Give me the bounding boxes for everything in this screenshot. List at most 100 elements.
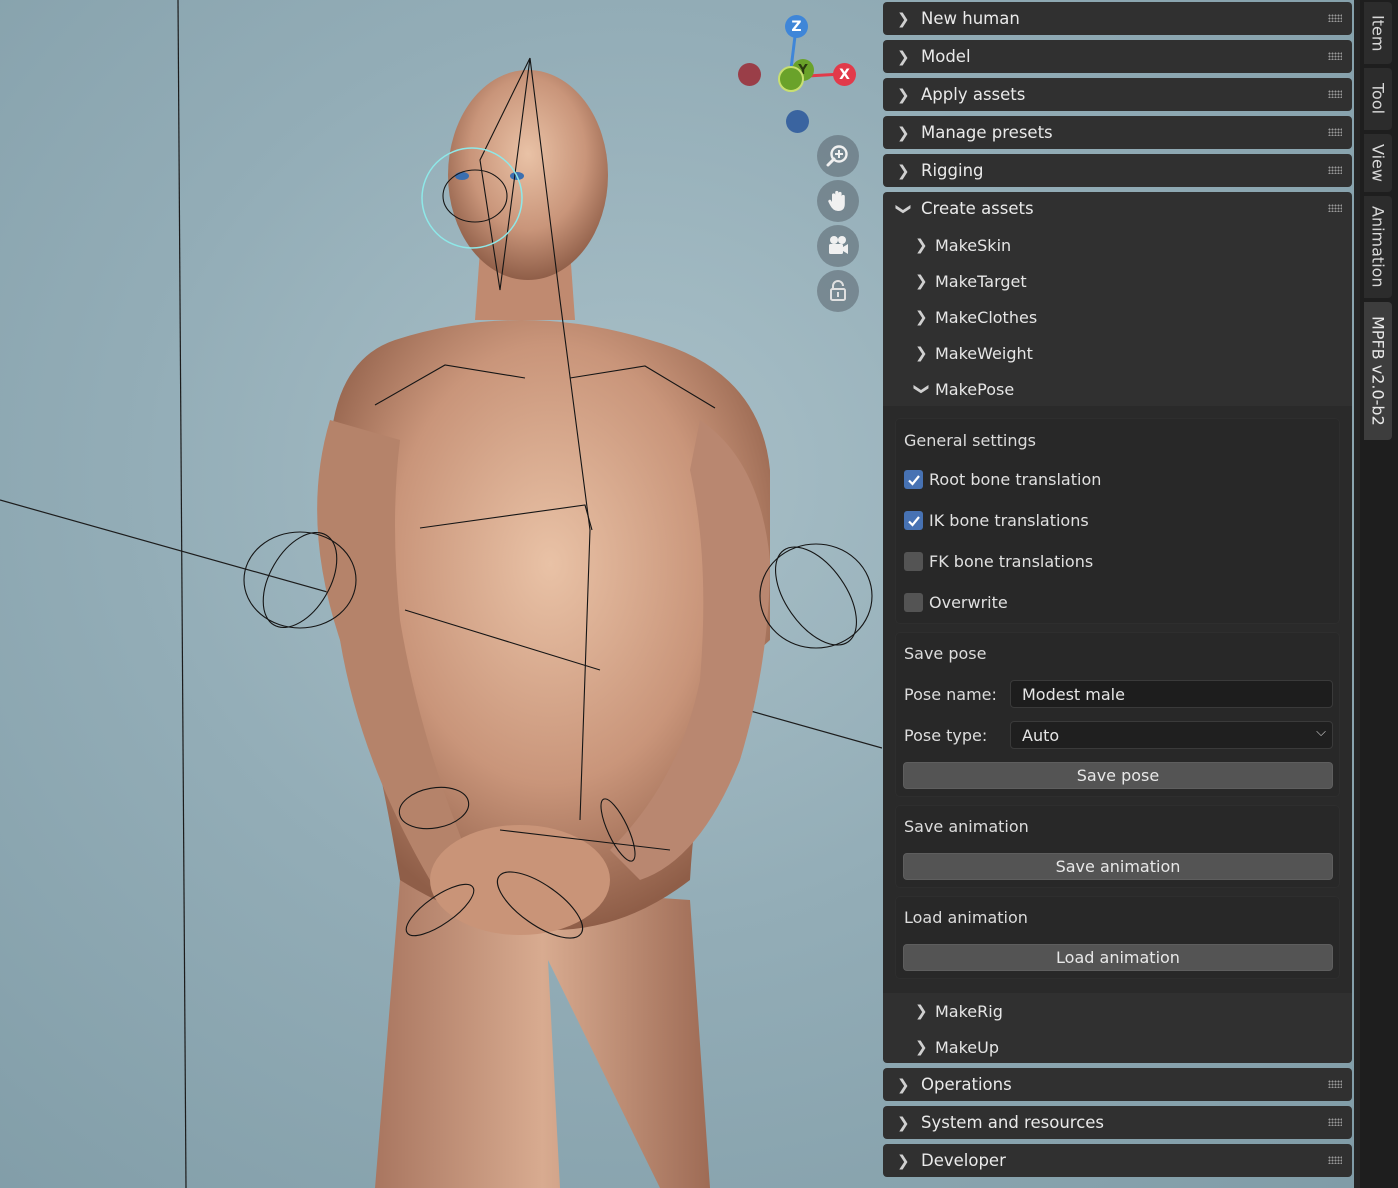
chevron-right-icon: ❯	[897, 1151, 910, 1170]
drag-grip-icon[interactable]	[1328, 52, 1342, 60]
panel-apply-assets-label: Apply assets	[921, 85, 1026, 104]
save-pose-title: Save pose	[904, 644, 987, 663]
overwrite-label: Overwrite	[929, 593, 1008, 612]
lock-icon	[830, 280, 846, 301]
human-figure	[317, 70, 770, 1188]
overwrite-checkbox[interactable]	[904, 593, 923, 612]
panel-model-label: Model	[921, 47, 971, 66]
sidebar-panel: ❯ New human ❯ Model ❯ Apply assets ❯ Man…	[882, 0, 1354, 1188]
zoom-button[interactable]	[817, 135, 859, 177]
panel-create-assets[interactable]: ❯ Create assets	[883, 192, 1352, 225]
sidebar-tab-bar: Item Tool View Animation MPFB v2.0-b2	[1360, 0, 1398, 1188]
tab-item[interactable]: Item	[1364, 2, 1392, 64]
tab-mpfb[interactable]: MPFB v2.0-b2	[1364, 302, 1392, 440]
drag-grip-icon[interactable]	[1328, 1080, 1342, 1088]
tab-tool-label: Tool	[1368, 83, 1388, 115]
panel-rigging-label: Rigging	[921, 161, 984, 180]
root-bone-translation-row[interactable]: Root bone translation	[904, 470, 1101, 489]
drag-grip-icon[interactable]	[1328, 14, 1342, 22]
subpanel-makeclothes[interactable]: ❯ MakeClothes	[915, 302, 1037, 332]
gizmo-z-label: Z	[791, 18, 802, 35]
chevron-right-icon: ❯	[915, 344, 928, 362]
gizmo-x-axis[interactable]: X	[833, 63, 856, 86]
gizmo-neg-x-axis[interactable]	[738, 63, 761, 86]
gizmo-z-axis[interactable]: Z	[785, 15, 808, 38]
scene-render	[0, 0, 882, 1188]
ik-bone-translations-row[interactable]: IK bone translations	[904, 511, 1089, 530]
panel-rigging[interactable]: ❯ Rigging	[883, 154, 1352, 187]
load-animation-box: Load animation Load animation	[895, 896, 1340, 979]
camera-icon	[829, 236, 848, 254]
chevron-right-icon: ❯	[897, 9, 910, 28]
panel-operations[interactable]: ❯ Operations	[883, 1068, 1352, 1101]
root-bone-translation-checkbox[interactable]	[904, 470, 923, 489]
panel-apply-assets[interactable]: ❯ Apply assets	[883, 78, 1352, 111]
save-pose-button[interactable]: Save pose	[903, 762, 1333, 789]
subpanel-makerig[interactable]: ❯ MakeRig	[915, 996, 1003, 1026]
gizmo-neg-y-axis[interactable]	[778, 66, 804, 92]
pose-type-select[interactable]: Auto ⌵	[1010, 721, 1333, 749]
fk-bone-translations-label: FK bone translations	[929, 552, 1094, 571]
panel-developer[interactable]: ❯ Developer	[883, 1144, 1352, 1177]
subpanel-makeup-label: MakeUp	[935, 1037, 1000, 1057]
panel-system-and-resources[interactable]: ❯ System and resources	[883, 1106, 1352, 1139]
panel-new-human[interactable]: ❯ New human	[883, 2, 1352, 35]
panel-developer-label: Developer	[921, 1151, 1006, 1170]
chevron-right-icon: ❯	[915, 308, 928, 326]
tab-view[interactable]: View	[1364, 134, 1392, 192]
drag-grip-icon[interactable]	[1328, 90, 1342, 98]
load-animation-button[interactable]: Load animation	[903, 944, 1333, 971]
chevron-right-icon: ❯	[897, 47, 910, 66]
tab-item-label: Item	[1368, 14, 1388, 52]
pan-button[interactable]	[817, 180, 859, 222]
chevron-down-icon: ❯	[895, 202, 913, 215]
gizmo-neg-z-axis[interactable]	[786, 110, 809, 133]
subpanel-maketarget[interactable]: ❯ MakeTarget	[915, 266, 1027, 296]
pose-name-label: Pose name:	[904, 685, 997, 704]
save-animation-title: Save animation	[904, 817, 1029, 836]
chevron-right-icon: ❯	[897, 85, 910, 104]
tab-animation[interactable]: Animation	[1364, 196, 1392, 298]
lock-button[interactable]	[817, 270, 859, 312]
pose-name-input[interactable]: Modest male	[1010, 680, 1333, 708]
camera-button[interactable]	[817, 225, 859, 267]
subpanel-maketarget-label: MakeTarget	[935, 271, 1027, 291]
save-pose-box: Save pose Pose name: Modest male Pose ty…	[895, 632, 1340, 797]
pose-type-value: Auto	[1022, 725, 1060, 745]
subpanel-makeskin-label: MakeSkin	[935, 235, 1012, 255]
create-assets-body: ❯ MakeSkin ❯ MakeTarget ❯ MakeClothes ❯ …	[883, 225, 1352, 1063]
overwrite-row[interactable]: Overwrite	[904, 593, 1008, 612]
drag-grip-icon[interactable]	[1328, 128, 1342, 136]
panel-model[interactable]: ❯ Model	[883, 40, 1352, 73]
drag-grip-icon[interactable]	[1328, 166, 1342, 174]
panel-manage-presets[interactable]: ❯ Manage presets	[883, 116, 1352, 149]
fk-bone-translations-checkbox[interactable]	[904, 552, 923, 571]
drag-grip-icon[interactable]	[1328, 1156, 1342, 1164]
subpanel-makeskin[interactable]: ❯ MakeSkin	[915, 230, 1011, 260]
save-animation-button[interactable]: Save animation	[903, 853, 1333, 880]
chevron-right-icon: ❯	[897, 161, 910, 180]
world-axis-line	[177, 0, 187, 1188]
makepose-body: General settings Root bone translation I…	[883, 406, 1352, 993]
ik-bone-translations-checkbox[interactable]	[904, 511, 923, 530]
tab-mpfb-label: MPFB v2.0-b2	[1368, 316, 1388, 426]
fk-bone-translations-row[interactable]: FK bone translations	[904, 552, 1093, 571]
chevron-right-icon: ❯	[915, 1002, 928, 1020]
chevron-right-icon: ❯	[915, 1038, 928, 1056]
chevron-right-icon: ❯	[915, 272, 928, 290]
subpanel-makepose[interactable]: ❯ MakePose	[913, 374, 1014, 404]
load-animation-title: Load animation	[904, 908, 1028, 927]
pose-name-value: Modest male	[1022, 684, 1125, 704]
chevron-right-icon: ❯	[897, 1075, 910, 1094]
tab-tool[interactable]: Tool	[1364, 68, 1392, 130]
subpanel-makeweight[interactable]: ❯ MakeWeight	[915, 338, 1033, 368]
panel-manage-presets-label: Manage presets	[921, 123, 1053, 142]
load-animation-button-label: Load animation	[1056, 948, 1180, 967]
subpanel-makeclothes-label: MakeClothes	[935, 307, 1038, 327]
subpanel-makeweight-label: MakeWeight	[935, 343, 1033, 363]
drag-grip-icon[interactable]	[1328, 204, 1342, 212]
save-pose-button-label: Save pose	[1076, 766, 1160, 785]
subpanel-makeup[interactable]: ❯ MakeUp	[915, 1032, 999, 1062]
subpanel-makerig-label: MakeRig	[935, 1001, 1003, 1021]
drag-grip-icon[interactable]	[1328, 1118, 1342, 1126]
